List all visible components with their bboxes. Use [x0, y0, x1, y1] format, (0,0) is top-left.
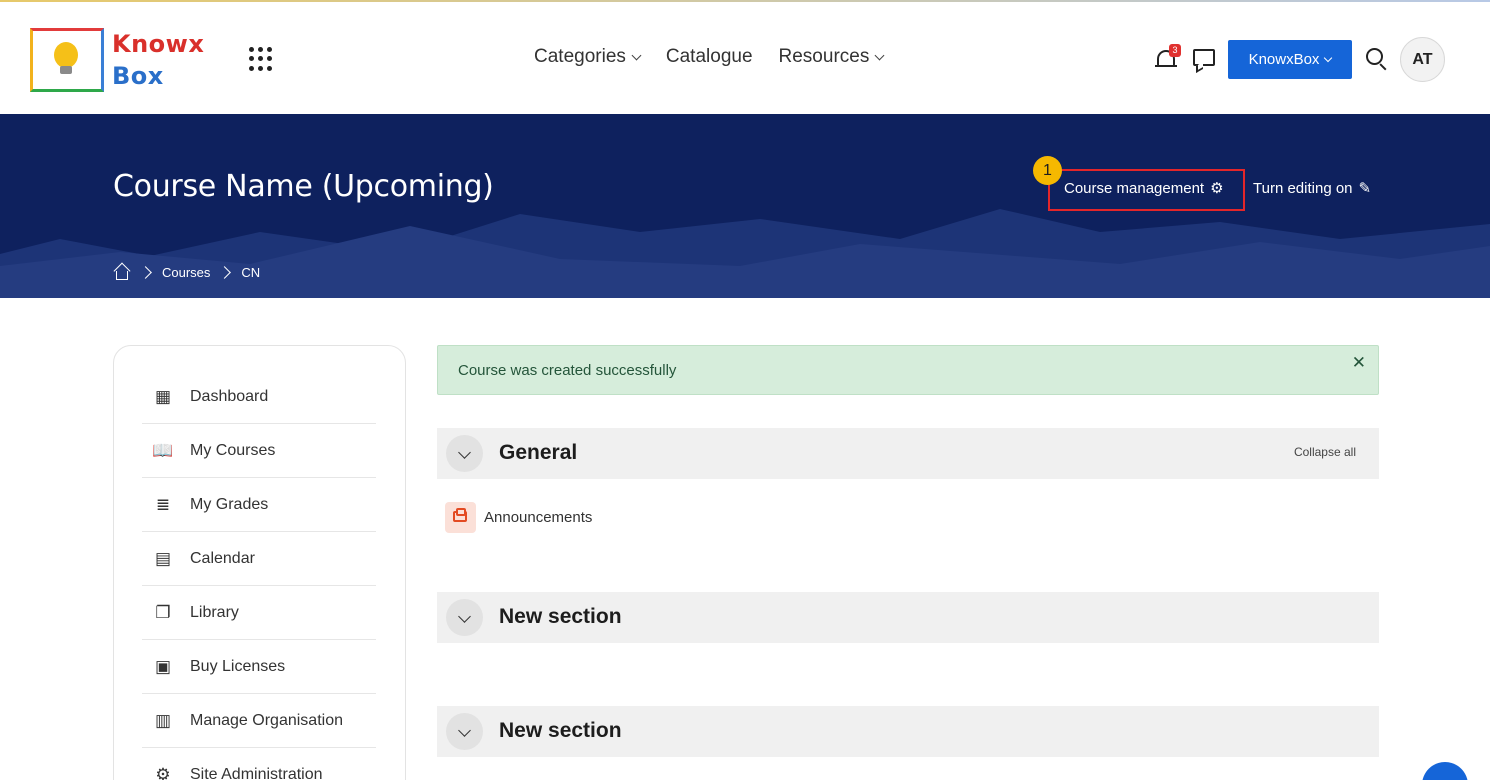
course-section-new-1: New section	[437, 592, 1379, 643]
help-chat-bubble[interactable]	[1422, 762, 1468, 780]
lightbulb-base	[60, 66, 72, 74]
nav-resources[interactable]: Resources	[778, 46, 885, 68]
sidebar-item-label: Manage Organisation	[190, 711, 343, 729]
gear-icon: ⚙	[1210, 180, 1224, 197]
site-logo[interactable]: Knowx Box	[30, 28, 205, 94]
course-section-general: General Collapse all	[437, 428, 1379, 479]
nav-label: Categories	[534, 46, 626, 67]
alert-message: Course was created successfully	[458, 362, 677, 379]
nav-catalogue[interactable]: Catalogue	[666, 46, 753, 68]
notification-count-badge: 3	[1169, 44, 1181, 57]
sidebar-item-manage-organisation[interactable]: ▥ Manage Organisation	[142, 694, 376, 748]
notifications-bell-icon[interactable]: 3	[1155, 44, 1181, 72]
chevron-down-icon	[1324, 53, 1333, 62]
sidebar-item-label: My Courses	[190, 441, 276, 459]
pencil-icon: ✎	[1358, 180, 1372, 197]
organisation-switcher-button[interactable]: KnowxBox	[1228, 40, 1352, 79]
section-collapse-toggle[interactable]	[446, 713, 483, 750]
sidebar-item-dashboard[interactable]: ▦ Dashboard	[142, 370, 376, 424]
sidebar-item-my-courses[interactable]: 📖 My Courses	[142, 424, 376, 478]
chevron-down-icon	[631, 50, 642, 60]
sidebar-item-label: My Grades	[190, 495, 269, 513]
logo-text-knowx: Knowx	[112, 30, 205, 58]
chevron-down-icon	[458, 610, 471, 623]
collapse-all-link[interactable]: Collapse all	[1294, 445, 1356, 459]
sidebar-item-label: Library	[190, 603, 239, 621]
breadcrumb-chevron-icon	[139, 265, 152, 279]
section-collapse-toggle[interactable]	[446, 435, 483, 472]
course-section-new-2: New section	[437, 706, 1379, 757]
breadcrumb-chevron-icon	[218, 265, 232, 279]
sidebar-item-label: Buy Licenses	[190, 657, 286, 675]
user-avatar[interactable]: AT	[1400, 37, 1445, 82]
section-collapse-toggle[interactable]	[446, 599, 483, 636]
library-icon: ❐	[155, 602, 171, 622]
activity-label: Announcements	[484, 509, 593, 526]
org-button-label: KnowxBox	[1248, 51, 1320, 68]
sidebar-item-label: Calendar	[190, 549, 255, 567]
organisation-icon: ▥	[154, 710, 172, 730]
logo-text-box: Box	[112, 62, 164, 90]
sidebar-item-label: Dashboard	[190, 387, 269, 405]
course-management-button[interactable]: Course management ⚙	[1064, 179, 1224, 198]
sidebar-item-my-grades[interactable]: ≣ My Grades	[142, 478, 376, 532]
forum-icon	[445, 502, 476, 533]
section-title: General	[499, 441, 578, 464]
sidebar-item-calendar[interactable]: ▤ Calendar	[142, 532, 376, 586]
app-grid-icon[interactable]	[249, 47, 273, 71]
primary-nav: Categories Catalogue Resources	[534, 46, 909, 68]
chevron-down-icon	[458, 724, 471, 737]
search-icon[interactable]	[1366, 48, 1388, 71]
nav-label: Resources	[778, 46, 870, 67]
course-management-label: Course management	[1064, 179, 1205, 197]
course-title: Course Name (Upcoming)	[113, 169, 494, 204]
grades-icon: ≣	[155, 494, 171, 514]
activity-announcements[interactable]: Announcements	[445, 502, 592, 533]
chevron-down-icon	[874, 50, 885, 60]
sidebar-nav: ▦ Dashboard 📖 My Courses ≣ My Grades ▤ C…	[113, 345, 406, 780]
section-title: New section	[499, 605, 622, 628]
sidebar-item-buy-licenses[interactable]: ▣ Buy Licenses	[142, 640, 376, 694]
course-header-banner: Course Name (Upcoming) 1 Course manageme…	[0, 114, 1490, 298]
chevron-down-icon	[458, 446, 471, 459]
money-icon: ▣	[154, 656, 172, 676]
breadcrumb-current[interactable]: CN	[241, 265, 260, 280]
calendar-icon: ▤	[154, 548, 172, 568]
dashboard-icon: ▦	[154, 386, 172, 406]
success-alert: Course was created successfully ✕	[437, 345, 1379, 395]
book-icon: 📖	[152, 440, 174, 460]
home-icon[interactable]	[113, 262, 131, 281]
turn-editing-label: Turn editing on	[1253, 179, 1353, 197]
lightbulb-icon	[54, 42, 78, 68]
nav-categories[interactable]: Categories	[534, 46, 642, 68]
close-icon[interactable]: ✕	[1352, 353, 1366, 373]
top-navbar: Knowx Box Categories Catalogue Resources…	[0, 2, 1490, 114]
nav-label: Catalogue	[665, 46, 753, 67]
sidebar-item-label: Site Administration	[190, 766, 323, 780]
step-number-badge: 1	[1033, 156, 1062, 185]
breadcrumb: Courses CN	[113, 262, 260, 281]
turn-editing-on-button[interactable]: Turn editing on ✎	[1253, 179, 1372, 198]
breadcrumb-courses[interactable]: Courses	[162, 265, 210, 280]
sidebar-item-library[interactable]: ❐ Library	[142, 586, 376, 640]
messages-chat-icon[interactable]	[1193, 49, 1217, 74]
section-title: New section	[499, 719, 622, 742]
sidebar-item-site-administration[interactable]: ⚙ Site Administration	[142, 748, 376, 780]
admin-gear-icon: ⚙	[155, 765, 171, 780]
